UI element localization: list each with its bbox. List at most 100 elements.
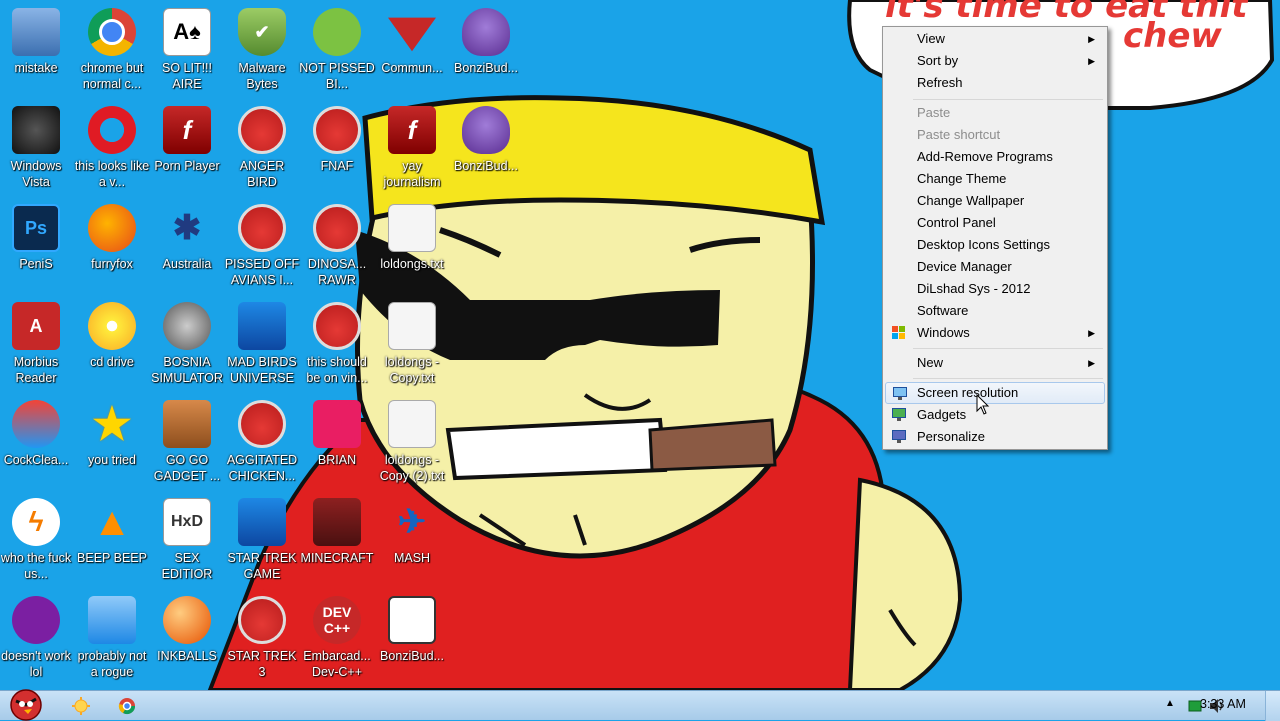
desktop-icon-label: Embarcad... Dev-C++ bbox=[303, 649, 371, 679]
desktop-icon-malwarebytes[interactable]: ✔ Malware Bytes bbox=[224, 2, 300, 96]
green-pig-icon bbox=[313, 8, 361, 56]
menu-item-change-wallpaper[interactable]: Change Wallpaper bbox=[885, 190, 1105, 212]
desktop-icon-fnaf[interactable]: FNAF bbox=[299, 100, 375, 194]
menu-item-change-theme[interactable]: Change Theme bbox=[885, 168, 1105, 190]
desktop-icon-aggitated-chicken[interactable]: AGGITATED CHICKEN... bbox=[224, 394, 300, 488]
desktop-icon-label: you tried bbox=[88, 453, 136, 467]
dev-cpp-icon: DEV C++ bbox=[313, 596, 361, 644]
desktop-icon-not-pissed[interactable]: NOT PISSED BI... bbox=[299, 2, 375, 96]
desktop-icon-label: loldongs.txt bbox=[380, 257, 444, 271]
desktop-icon-yay-journalism[interactable]: f yay journalism bbox=[374, 100, 450, 194]
menu-item-software[interactable]: Software bbox=[885, 300, 1105, 322]
desktop-icon-bonzibuddy-3[interactable]: BonziBud... bbox=[374, 590, 450, 684]
desktop-icon-minecraft[interactable]: MINECRAFT bbox=[299, 492, 375, 586]
desktop-icon-yahoo[interactable]: doesn't work lol bbox=[0, 590, 74, 684]
desktop-icon-ccleaner[interactable]: CockClea... bbox=[0, 394, 74, 488]
desktop-icon-inkballs[interactable]: INKBALLS bbox=[149, 590, 225, 684]
desktop-icon-label: CockClea... bbox=[3, 453, 69, 467]
desktop-icon-star-trek-game[interactable]: STAR TREK GAME bbox=[224, 492, 300, 586]
desktop-icon-anger-bird[interactable]: ANGER BIRD bbox=[224, 100, 300, 194]
menu-item-label: Desktop Icons Settings bbox=[917, 237, 1050, 252]
angry-bird-icon bbox=[313, 204, 361, 252]
desktop-icon-label: STAR TREK GAME bbox=[227, 551, 297, 581]
desktop-icon-label: Commun... bbox=[381, 61, 443, 75]
angry-bird-space-icon bbox=[238, 302, 286, 350]
desktop-icon-beep-beep[interactable]: ▲ BEEP BEEP bbox=[74, 492, 150, 586]
desktop-icon-hxd-editor[interactable]: HxD SEX EDITIOR bbox=[149, 492, 225, 586]
menu-item-dilshad-sys[interactable]: DiLshad Sys - 2012 bbox=[885, 278, 1105, 300]
desktop-icon-opera[interactable]: this looks like a v... bbox=[74, 100, 150, 194]
menu-item-add-remove-programs[interactable]: Add-Remove Programs bbox=[885, 146, 1105, 168]
desktop-icon-label: Morbius Reader bbox=[13, 355, 59, 385]
menu-item-windows[interactable]: Windows ▶ bbox=[885, 322, 1105, 344]
menu-item-label: Windows bbox=[917, 325, 970, 340]
spiked-ball-icon bbox=[163, 302, 211, 350]
desktop-icon-morbius-reader[interactable]: A Morbius Reader bbox=[0, 296, 74, 390]
desktop-icon-solitaire[interactable]: A♠ SO LIT!!! AIRE bbox=[149, 2, 225, 96]
desktop-icon-brian[interactable]: BRIAN bbox=[299, 394, 375, 488]
desktop-icon-this-should[interactable]: this should be on vin... bbox=[299, 296, 375, 390]
menu-item-view[interactable]: View ▶ bbox=[885, 28, 1105, 50]
desktop-icon-go-go-gadget[interactable]: GO GO GADGET ... bbox=[149, 394, 225, 488]
desktop-icon-star-trek-3[interactable]: STAR TREK 3 bbox=[224, 590, 300, 684]
desktop-icon-mash[interactable]: ✈ MASH bbox=[374, 492, 450, 586]
desktop-icon-australia[interactable]: ✱ Australia bbox=[149, 198, 225, 292]
desktop-icon-you-tried[interactable]: ★ you tried bbox=[74, 394, 150, 488]
desktop-icon-label: BonziBud... bbox=[454, 159, 518, 173]
start-button[interactable] bbox=[2, 683, 50, 721]
desktop-icon-firefox[interactable]: furryfox bbox=[74, 198, 150, 292]
show-hidden-icons-arrow-icon[interactable]: ▲ bbox=[1165, 698, 1175, 709]
desktop-icon-loldongs-copy[interactable]: loldongs - Copy.txt bbox=[374, 296, 450, 390]
menu-item-control-panel[interactable]: Control Panel bbox=[885, 212, 1105, 234]
desktop-icon-who-the[interactable]: ϟ who the fuck us... bbox=[0, 492, 74, 586]
desktop-icon-commun[interactable]: Commun... bbox=[374, 2, 450, 96]
menu-item-label: Control Panel bbox=[917, 215, 996, 230]
desktop-icon-label: STAR TREK 3 bbox=[227, 649, 297, 679]
menu-item-label: Device Manager bbox=[917, 259, 1012, 274]
desktop-icon-photoshop[interactable]: Ps PeniS bbox=[0, 198, 74, 292]
desktop-icon-bonzibuddy-1[interactable]: BonziBud... bbox=[448, 2, 524, 96]
text-file-icon bbox=[388, 302, 436, 350]
menu-item-screen-resolution[interactable]: Screen resolution bbox=[885, 382, 1105, 404]
desktop-icon-bosnia-simulator[interactable]: BOSNIA SIMULATOR bbox=[149, 296, 225, 390]
show-desktop-button[interactable] bbox=[1265, 691, 1280, 721]
desktop-icon-loldongs-txt[interactable]: loldongs.txt bbox=[374, 198, 450, 292]
vlc-cone-icon: ▲ bbox=[92, 499, 132, 544]
desktop-icon-dinosaur[interactable]: DINOSA... RAWR bbox=[299, 198, 375, 292]
desktop-icon-dev-cpp[interactable]: DEV C++ Embarcad... Dev-C++ bbox=[299, 590, 375, 684]
menu-item-device-manager[interactable]: Device Manager bbox=[885, 256, 1105, 278]
angry-bird-star-wars-icon bbox=[238, 498, 286, 546]
desktop-icon-label: mistake bbox=[14, 61, 58, 75]
taskbar-clock[interactable]: 3:33 AM bbox=[1200, 697, 1246, 711]
menu-item-gadgets[interactable]: Gadgets bbox=[885, 404, 1105, 426]
desktop-icon-pissed-off-avians[interactable]: PISSED OFF AVIANS I... bbox=[224, 198, 300, 292]
chrome-icon bbox=[88, 8, 136, 56]
desktop-icon-label: GO GO GADGET ... bbox=[153, 453, 221, 483]
desktop-icon-windows-vista[interactable]: Windows Vista bbox=[0, 100, 74, 194]
desktop-icon-porn-player[interactable]: f Porn Player bbox=[149, 100, 225, 194]
menu-item-label: Refresh bbox=[917, 75, 963, 90]
menu-item-sort-by[interactable]: Sort by ▶ bbox=[885, 50, 1105, 72]
menu-item-paste-shortcut: Paste shortcut bbox=[885, 124, 1105, 146]
desktop-icon-mistake[interactable]: mistake bbox=[0, 2, 74, 96]
desktop-icon-chrome[interactable]: chrome but normal c... bbox=[74, 2, 150, 96]
menu-item-desktop-icons-settings[interactable]: Desktop Icons Settings bbox=[885, 234, 1105, 256]
menu-separator bbox=[913, 99, 1103, 100]
desktop-icon-cd-drive[interactable]: cd drive bbox=[74, 296, 150, 390]
desktop-icon-bonzibuddy-2[interactable]: BonziBud... bbox=[448, 100, 524, 194]
photoshop-icon: Ps bbox=[12, 204, 60, 252]
chrome-taskbar-icon[interactable] bbox=[116, 695, 138, 717]
desktop-icon-loldongs-copy-2[interactable]: loldongs - Copy (2).txt bbox=[374, 394, 450, 488]
menu-item-refresh[interactable]: Refresh bbox=[885, 72, 1105, 94]
lightning-icon: ϟ bbox=[12, 498, 60, 546]
desktop-icon-probably-not-rogue[interactable]: probably not a rogue bbox=[74, 590, 150, 684]
menu-item-label: Software bbox=[917, 303, 969, 318]
desktop-icon-mad-birds-universe[interactable]: MAD BIRDS UNIVERSE bbox=[224, 296, 300, 390]
application-window-icon bbox=[388, 596, 436, 644]
mouse-cursor-icon bbox=[976, 394, 990, 415]
menu-item-personalize[interactable]: Personalize bbox=[885, 426, 1105, 448]
menu-item-label: New bbox=[917, 355, 944, 370]
pinned-app-icon[interactable] bbox=[70, 695, 92, 717]
menu-item-new[interactable]: New ▶ bbox=[885, 352, 1105, 374]
desktop-icon-label: Malware Bytes bbox=[238, 61, 286, 91]
